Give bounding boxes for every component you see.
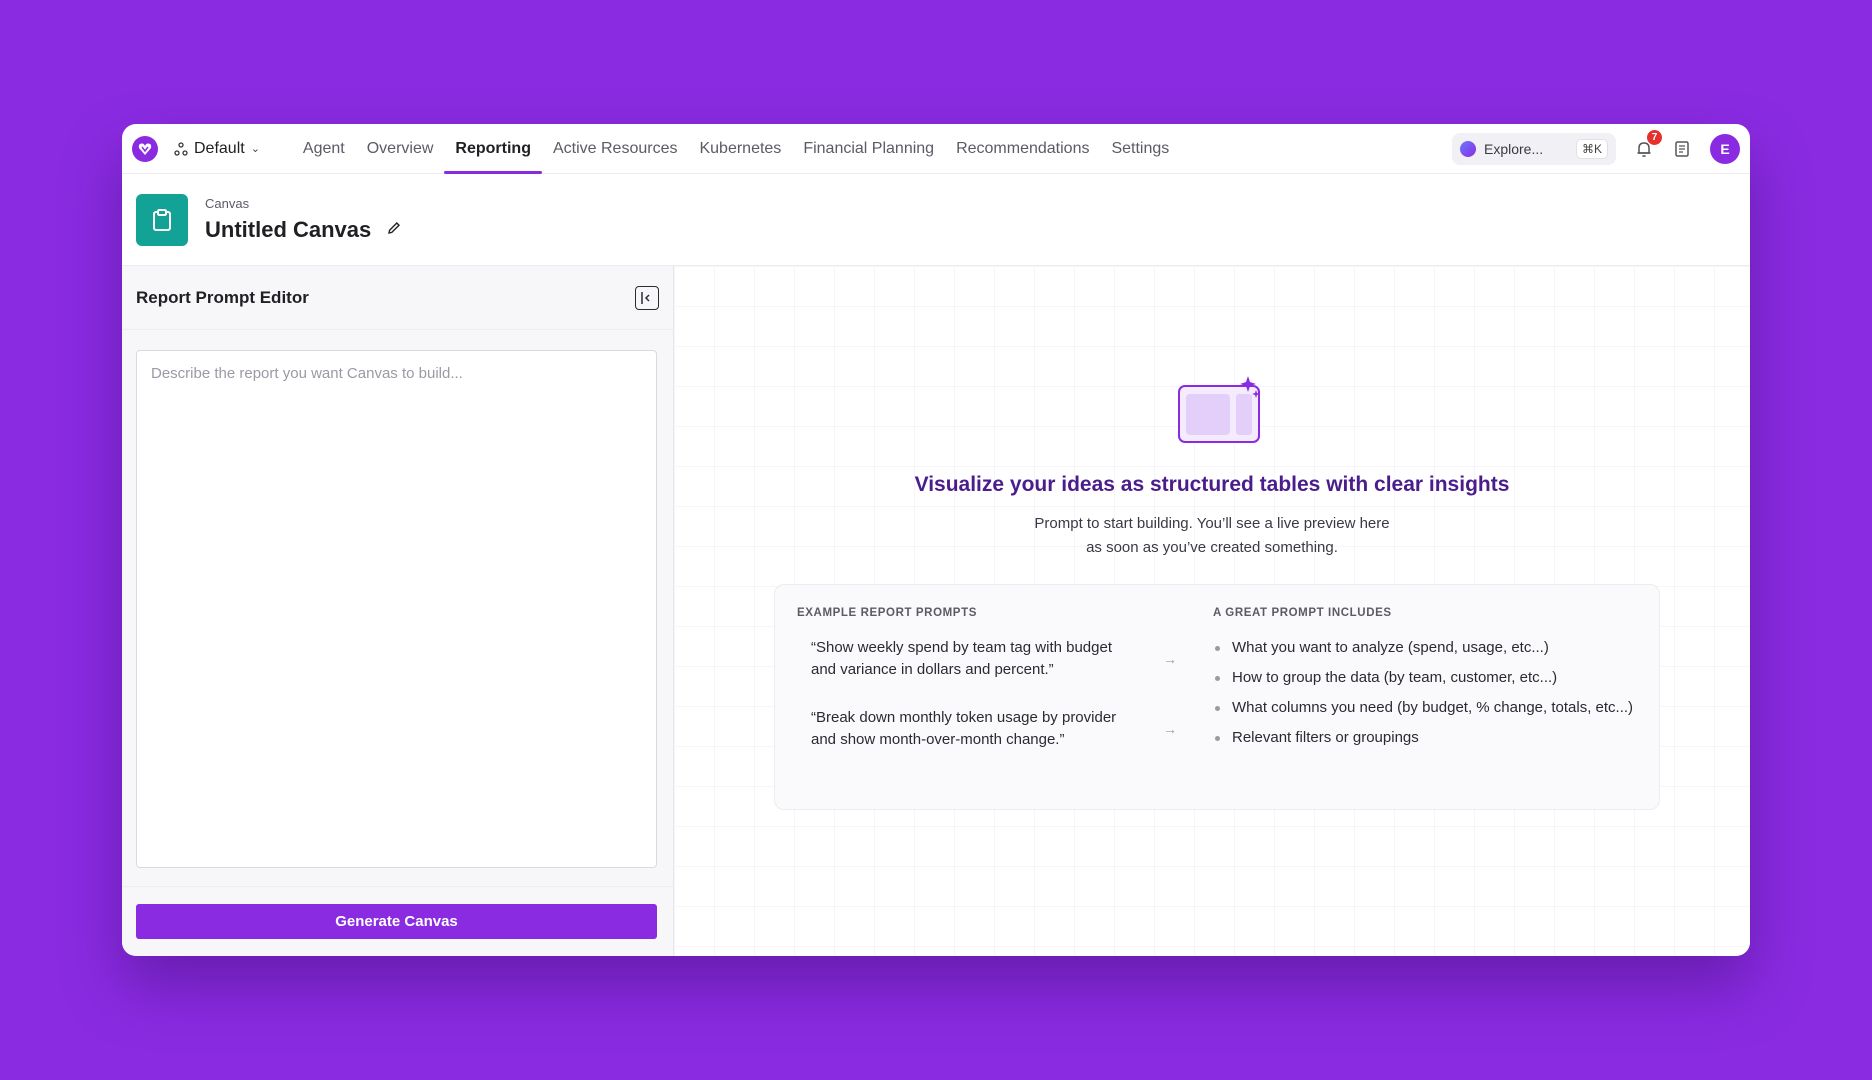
prompt-tips-heading: A GREAT PROMPT INCLUDES: [1213, 607, 1392, 619]
example-prompt-text: “Show weekly spend by team tag with budg…: [811, 639, 1113, 678]
arrow-right-icon: →: [1163, 721, 1177, 737]
nav-tabs: Agent Overview Reporting Active Resource…: [292, 124, 1180, 174]
collapse-panel-button[interactable]: [635, 285, 659, 310]
app-window: Default ⌄ Agent Overview Reporting Activ…: [122, 124, 1750, 956]
arrow-right-icon: →: [1163, 651, 1177, 667]
list-item: Relevant filters or groupings: [1213, 727, 1645, 749]
prompt-tips-column: A GREAT PROMPT INCLUDES What you want to…: [1213, 585, 1659, 809]
tip-text: Relevant filters or groupings: [1232, 729, 1419, 746]
example-prompts-heading: EXAMPLE REPORT PROMPTS: [797, 607, 977, 619]
tip-text: What columns you need (by budget, % chan…: [1232, 699, 1634, 716]
preview-subtext: Prompt to start building. You’ll see a l…: [674, 512, 1750, 560]
explore-icon: [1460, 141, 1476, 157]
tab-overview[interactable]: Overview: [356, 124, 445, 174]
tab-recommendations[interactable]: Recommendations: [945, 124, 1100, 174]
bullet-icon: [1215, 706, 1220, 711]
bullet-icon: [1215, 736, 1220, 741]
canvas-preview-icon: [1176, 376, 1262, 444]
user-avatar[interactable]: E: [1710, 134, 1740, 164]
document-icon: [1675, 141, 1689, 157]
page-header: Canvas Untitled Canvas: [122, 174, 1750, 266]
page-title: Untitled Canvas: [205, 217, 372, 242]
sidebar-collapse-icon: [641, 291, 650, 304]
page-title-group: Canvas Untitled Canvas: [205, 196, 401, 243]
tip-text: How to group the data (by team, customer…: [1232, 669, 1558, 686]
notifications-button[interactable]: 7: [1634, 130, 1662, 159]
example-prompts-column: EXAMPLE REPORT PROMPTS “Show weekly spen…: [775, 585, 1213, 809]
chevron-down-icon: ⌄: [250, 143, 260, 155]
editor-title: Report Prompt Editor: [136, 287, 309, 307]
bullet-icon: [1215, 646, 1220, 651]
report-prompt-editor-pane: Report Prompt Editor Generate Canvas: [122, 266, 674, 956]
workspace-icon: [174, 141, 188, 156]
top-navigation: Default ⌄ Agent Overview Reporting Activ…: [122, 124, 1750, 174]
preview-subtext-line-1: Prompt to start building. You’ll see a l…: [1034, 515, 1390, 532]
bullet-icon: [1215, 676, 1220, 681]
prompt-tips-list: What you want to analyze (spend, usage, …: [1213, 637, 1645, 749]
explore-search-button[interactable]: Explore... ⌘K: [1452, 133, 1616, 165]
nav-right-actions: Explore... ⌘K 7 E: [1452, 124, 1740, 174]
canvas-preview-pane: Visualize your ideas as structured table…: [674, 266, 1750, 956]
example-prompt-item[interactable]: “Show weekly spend by team tag with budg…: [797, 637, 1191, 681]
docs-button[interactable]: [1672, 139, 1692, 159]
explore-shortcut: ⌘K: [1575, 139, 1608, 159]
tab-agent[interactable]: Agent: [292, 124, 356, 174]
generate-canvas-button[interactable]: Generate Canvas: [136, 904, 657, 939]
editor-header: Report Prompt Editor: [122, 266, 673, 330]
list-item: How to group the data (by team, customer…: [1213, 667, 1645, 689]
canvas-clipboard-icon: [136, 193, 188, 246]
list-item: What columns you need (by budget, % chan…: [1213, 697, 1645, 719]
example-prompt-item[interactable]: “Break down monthly token usage by provi…: [797, 707, 1191, 751]
examples-card: EXAMPLE REPORT PROMPTS “Show weekly spen…: [774, 584, 1660, 810]
example-prompt-text: “Break down monthly token usage by provi…: [811, 709, 1117, 748]
tab-active-resources[interactable]: Active Resources: [542, 124, 689, 174]
edit-title-pencil-icon[interactable]: [387, 221, 401, 240]
workspace-selector[interactable]: Default ⌄: [174, 140, 260, 158]
brand-logo-icon[interactable]: [132, 135, 158, 162]
report-prompt-input[interactable]: [136, 350, 657, 868]
breadcrumb[interactable]: Canvas: [205, 196, 401, 211]
preview-subtext-line-2: as soon as you’ve created something.: [1086, 539, 1338, 556]
tip-text: What you want to analyze (spend, usage, …: [1232, 639, 1549, 656]
editor-footer-divider: [122, 886, 673, 887]
tab-settings[interactable]: Settings: [1100, 124, 1180, 174]
content-split: Report Prompt Editor Generate Canvas Vis: [122, 266, 1750, 956]
workspace-label: Default: [194, 139, 245, 157]
preview-heading: Visualize your ideas as structured table…: [914, 473, 1510, 496]
tab-reporting[interactable]: Reporting: [444, 124, 542, 174]
list-item: What you want to analyze (spend, usage, …: [1213, 637, 1645, 659]
explore-label: Explore...: [1484, 141, 1544, 157]
tab-kubernetes[interactable]: Kubernetes: [688, 124, 792, 174]
notification-count-badge: 7: [1647, 130, 1662, 145]
tab-financial-planning[interactable]: Financial Planning: [792, 124, 945, 174]
